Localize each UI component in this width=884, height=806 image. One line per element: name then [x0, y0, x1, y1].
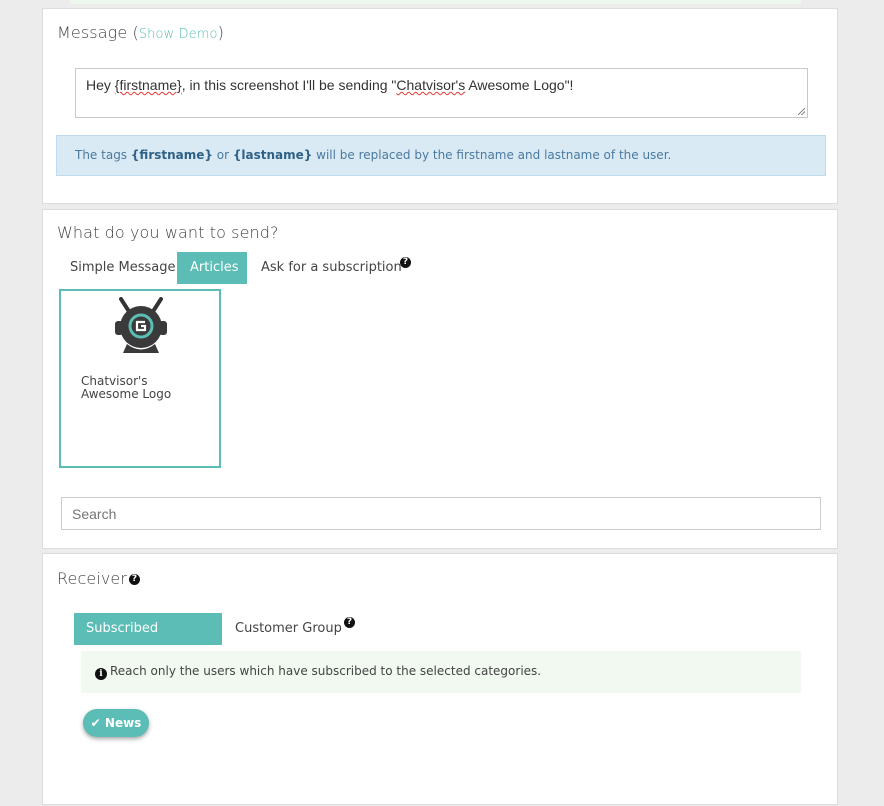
receiver-title: Receiver [57, 569, 127, 588]
robot-logo-icon [115, 297, 167, 353]
message-text-part: Hey [86, 77, 115, 93]
top-strip [70, 0, 801, 4]
tab-simple-message[interactable]: Simple Message [57, 252, 189, 284]
tab-ask-subscription[interactable]: Ask for a subscription [248, 252, 415, 284]
message-title-text: Message [57, 23, 128, 42]
message-text-part: , in this screenshot I'll be sending " [181, 77, 397, 93]
message-textarea[interactable]: Hey {firstname}, in this screenshot I'll… [75, 68, 808, 118]
send-panel: What do you want to send? Simple Message… [42, 209, 838, 549]
tab-customer-group[interactable]: Customer Group [223, 613, 354, 645]
info-text: will be replaced by the firstname and la… [312, 148, 672, 162]
receiver-title-text: Receiver [57, 569, 128, 588]
message-spellcheck-word: Chatvisor's [396, 77, 466, 93]
question-circle-icon[interactable]: ? [400, 257, 411, 268]
message-tag-firstname: {firstname} [114, 77, 182, 93]
info-tag-lastname: {lastname} [232, 148, 313, 162]
receiver-panel: Receiver ? Subscribed Category Customer … [42, 553, 838, 805]
receiver-info-text: Reach only the users which have subscrib… [110, 664, 542, 678]
question-circle-icon[interactable]: ? [344, 617, 355, 628]
message-text-part: Awesome Logo"! [465, 77, 574, 93]
article-card[interactable]: Chatvisor's Awesome Logo [59, 289, 221, 468]
receiver-info-box: i Reach only the users which have subscri… [81, 651, 801, 693]
message-title: Message (Show Demo) [57, 23, 224, 42]
category-chip-news[interactable]: ✔ News [83, 709, 149, 737]
tags-info-box: The tags {firstname} or {lastname} will … [56, 135, 826, 176]
close-paren: ) [217, 23, 224, 42]
check-icon: ✔ [90, 716, 101, 730]
show-demo-link[interactable]: Show Demo [139, 27, 218, 42]
resize-grip-icon[interactable] [798, 108, 805, 115]
message-panel: Message (Show Demo) Hey {firstname}, in … [42, 8, 838, 204]
question-circle-icon[interactable]: ? [129, 574, 140, 585]
article-card-title: Chatvisor's Awesome Logo [81, 374, 172, 401]
category-chip-label: News [104, 716, 142, 730]
search-input[interactable] [61, 497, 821, 530]
tab-subscribed-category[interactable]: Subscribed Category [74, 613, 222, 668]
info-text: or [212, 148, 233, 162]
info-tag-firstname: {firstname} [130, 148, 213, 162]
send-title: What do you want to send? [57, 223, 279, 242]
info-circle-icon: i [95, 668, 107, 680]
tab-articles[interactable]: Articles [177, 252, 247, 284]
info-text: The tags [75, 148, 131, 162]
